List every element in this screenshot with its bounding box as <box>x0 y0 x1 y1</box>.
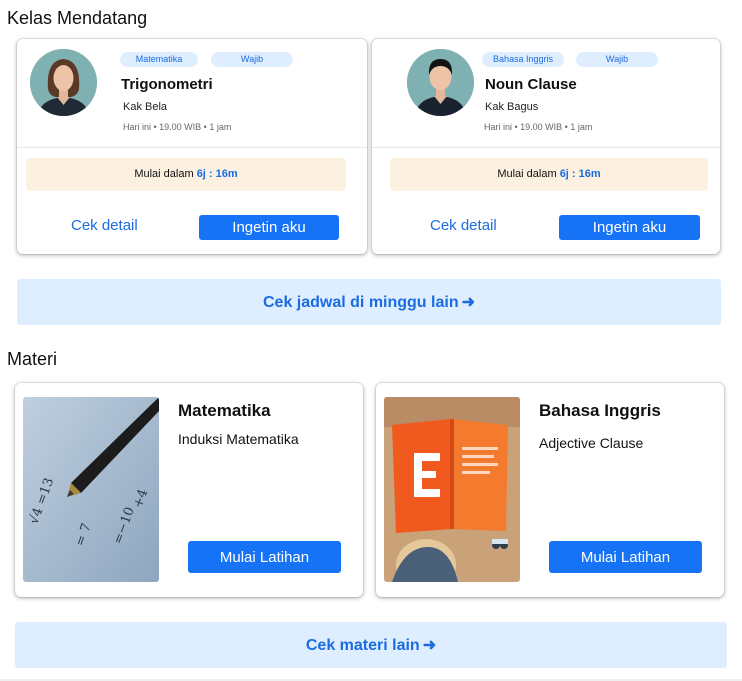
remind-button[interactable]: Ingetin aku <box>199 215 339 240</box>
teacher-name: Kak Bagus <box>485 101 539 113</box>
detail-button[interactable]: Cek detail <box>71 217 138 234</box>
schedule-button-label: Cek jadwal di minggu lain <box>263 294 459 311</box>
countdown-label: Mulai dalam <box>134 168 197 180</box>
arrow-right-icon: ➜ <box>422 637 437 654</box>
pen-math-photo: √4 =13 = 7 =−10 +4 <box>23 397 159 582</box>
materials-button-label: Cek materi lain <box>305 637 420 654</box>
material-card: Bahasa Inggris Adjective Clause Mulai La… <box>376 383 724 597</box>
detail-button[interactable]: Cek detail <box>430 217 497 234</box>
start-practice-button[interactable]: Mulai Latihan <box>549 541 702 573</box>
countdown-banner: Mulai dalam 6j : 16m <box>390 158 708 191</box>
class-meta: Hari ini • 19.00 WIB • 1 jam <box>484 122 593 132</box>
countdown-time: 6j : 16m <box>196 168 238 180</box>
other-materials-button[interactable]: Cek materi lain ➜ <box>15 622 727 668</box>
material-card: √4 =13 = 7 =−10 +4 Matematika Induksi Ma… <box>15 383 363 597</box>
book-reading-photo <box>384 397 520 582</box>
divider <box>372 147 720 148</box>
start-practice-button[interactable]: Mulai Latihan <box>188 541 341 573</box>
material-title: Matematika <box>178 401 271 420</box>
class-title: Trigonometri <box>121 76 213 93</box>
type-tag: Wajib <box>211 52 293 67</box>
material-subtitle: Induksi Matematika <box>178 431 299 447</box>
teacher-name: Kak Bela <box>123 101 168 113</box>
female-avatar-icon <box>30 49 97 116</box>
material-subtitle: Adjective Clause <box>539 435 644 451</box>
type-tag: Wajib <box>576 52 658 67</box>
subject-tag: Matematika <box>120 52 198 67</box>
countdown-label: Mulai dalam <box>497 168 560 180</box>
subject-tag: Bahasa Inggris <box>482 52 564 67</box>
male-avatar-icon <box>407 49 474 116</box>
upcoming-classes-title: Kelas Mendatang <box>7 8 148 28</box>
countdown-time: 6j : 16m <box>559 168 601 180</box>
class-card: Bahasa Inggris Wajib Noun Clause Kak Bag… <box>372 39 720 254</box>
material-title: Bahasa Inggris <box>539 401 661 420</box>
class-meta: Hari ini • 19.00 WIB • 1 jam <box>123 122 232 132</box>
divider <box>17 147 367 148</box>
arrow-right-icon: ➜ <box>461 294 475 311</box>
other-week-schedule-button[interactable]: Cek jadwal di minggu lain ➜ <box>17 279 721 325</box>
countdown-banner: Mulai dalam 6j : 16m <box>26 158 346 191</box>
class-card: Matematika Wajib Trigonometri Kak Bela H… <box>17 39 367 254</box>
class-title: Noun Clause <box>485 76 577 93</box>
remind-button[interactable]: Ingetin aku <box>559 215 700 240</box>
materials-title: Materi <box>7 349 58 369</box>
